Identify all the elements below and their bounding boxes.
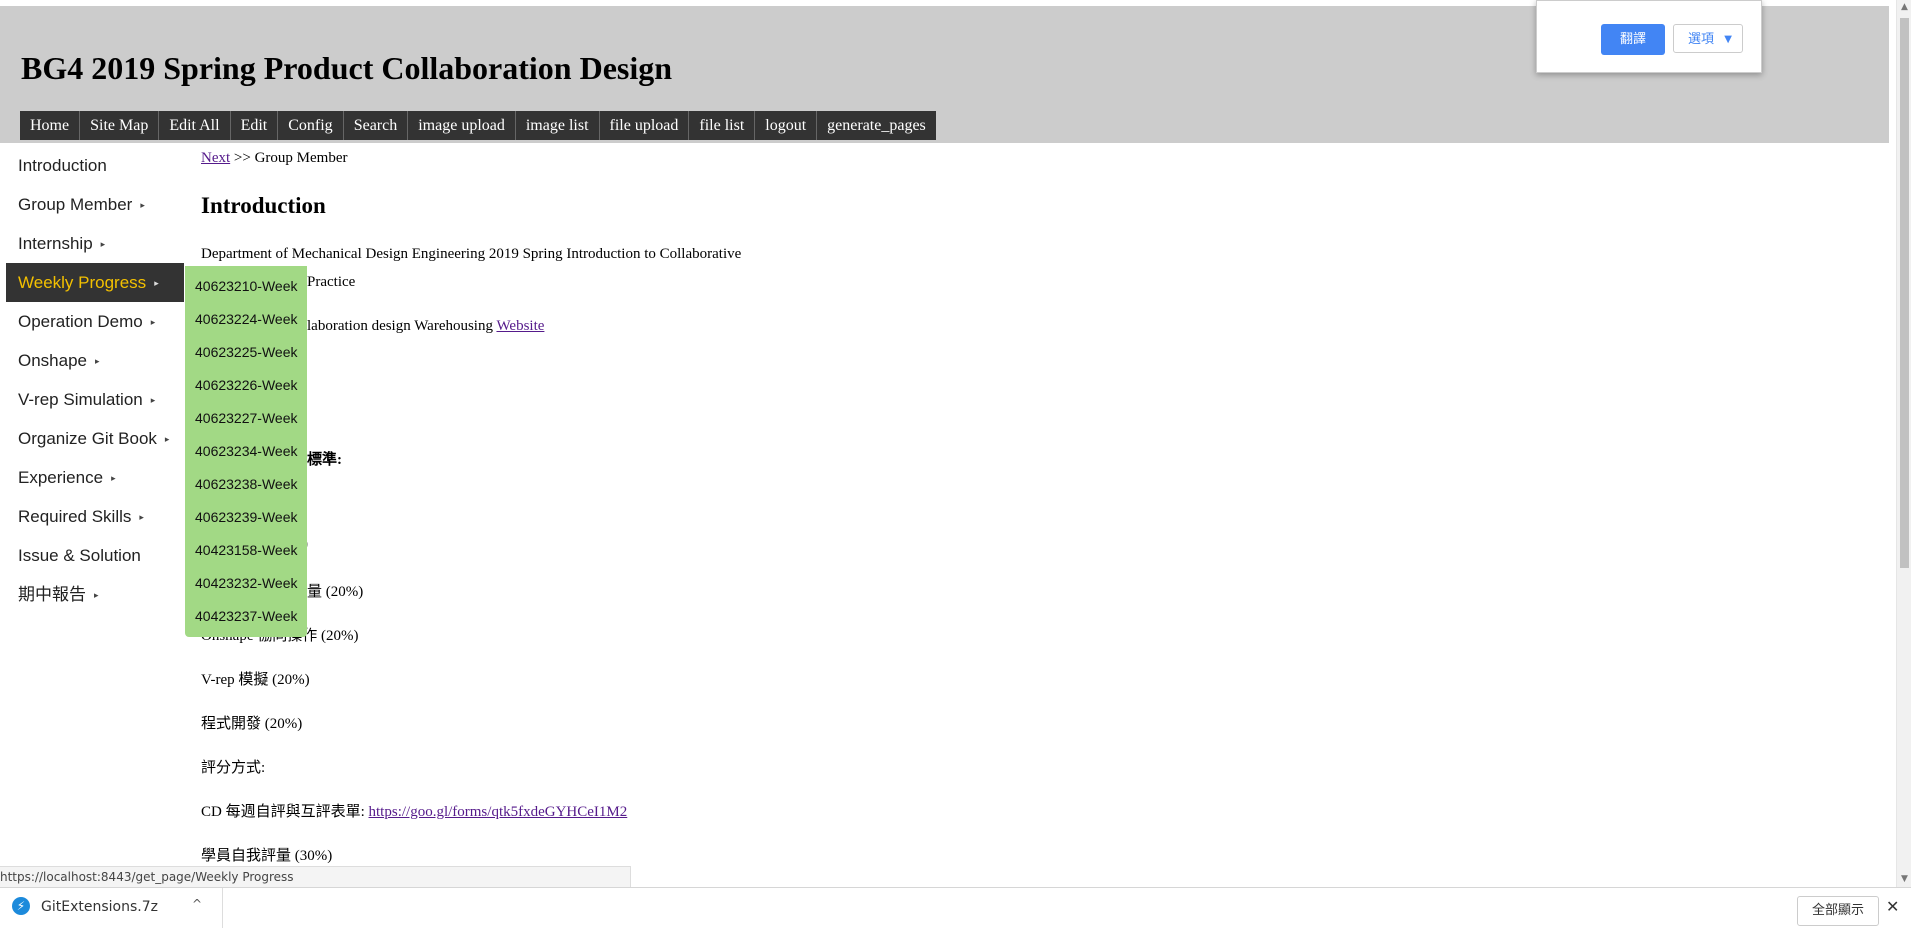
- warehouse-text: laboration design Warehousing: [307, 318, 493, 334]
- submenu-item[interactable]: 40623234-Week: [185, 435, 307, 468]
- sidebar-item[interactable]: Organize Git Book ▸: [6, 419, 184, 458]
- sidebar-item-label: Group Member: [18, 195, 133, 214]
- scroll-down-icon[interactable]: ▼: [1897, 872, 1911, 887]
- caret-right-icon: ▸: [94, 590, 99, 601]
- caret-right-icon: ▸: [100, 239, 106, 250]
- submenu-item[interactable]: 40623227-Week: [185, 402, 307, 435]
- submenu-item[interactable]: 40623226-Week: [185, 369, 307, 402]
- sidebar-item[interactable]: V-rep Simulation ▸: [6, 380, 184, 419]
- site-title: BG4 2019 Spring Product Collaboration De…: [21, 50, 673, 86]
- show-all-button[interactable]: 全部顯示: [1797, 896, 1879, 926]
- submenu-item[interactable]: 40423158-Week: [185, 534, 307, 567]
- submenu-item[interactable]: 40623210-Week: [185, 270, 307, 303]
- criteria-item-partial: 量 (20%): [307, 584, 364, 600]
- nav-home[interactable]: Home: [20, 111, 81, 140]
- nav-config[interactable]: Config: [278, 111, 344, 140]
- submenu-item[interactable]: 40623238-Week: [185, 468, 307, 501]
- warehouse-line: laboration design Warehousing Website: [307, 318, 544, 335]
- translate-button[interactable]: 翻譯: [1601, 24, 1665, 55]
- nav-edit-all[interactable]: Edit All: [159, 111, 231, 140]
- caret-right-icon: ▸: [154, 278, 159, 289]
- scroll-up-icon[interactable]: ▲: [1897, 0, 1911, 15]
- scroll-thumb[interactable]: [1900, 18, 1909, 568]
- intro-line-2: Practice: [307, 274, 356, 290]
- submenu-item[interactable]: 40623239-Week: [185, 501, 307, 534]
- sidebar-item[interactable]: Onshape ▸: [6, 341, 184, 380]
- caret-right-icon: ▸: [164, 434, 170, 445]
- sidebar-menu: Introduction Group Member ▸ Internship ▸ Week…: [6, 146, 184, 614]
- nav-edit[interactable]: Edit: [230, 111, 279, 140]
- status-url-bar: https://localhost:8443/get_page/Weekly P…: [0, 866, 631, 888]
- download-shelf: ⚡ GitExtensions.7z ^ 全部顯示 ✕: [0, 887, 1911, 928]
- intro-line-1: Department of Mechanical Design Engineer…: [201, 246, 742, 262]
- caret-right-icon: ▸: [150, 395, 156, 406]
- cd-form-link[interactable]: https://goo.gl/forms/qtk5fxdeGYHCeI1M2: [369, 804, 628, 820]
- submenu-item[interactable]: 40623225-Week: [185, 336, 307, 369]
- sidebar-item[interactable]: Group Member ▸: [6, 185, 184, 224]
- sidebar-item[interactable]: Weekly Progress ▸: [6, 263, 184, 302]
- sidebar-item[interactable]: 期中報告 ▸: [6, 575, 184, 614]
- download-item[interactable]: ⚡ GitExtensions.7z ^: [0, 888, 223, 928]
- nav-image-list[interactable]: image list: [515, 111, 600, 140]
- sidebar-item-label: Required Skills: [18, 507, 132, 526]
- breadcrumb-next-link[interactable]: Next: [201, 150, 230, 166]
- nav-generate-pages[interactable]: generate_pages: [817, 111, 936, 140]
- submenu-item[interactable]: 40423232-Week: [185, 567, 307, 600]
- caret-right-icon: ▸: [150, 317, 156, 328]
- submenu-item[interactable]: 40623224-Week: [185, 303, 307, 336]
- sidebar-item-label: Onshape: [18, 351, 87, 370]
- cd-form-label: CD 每週自評與互評表單:: [201, 804, 365, 820]
- options-label: 選項: [1688, 32, 1715, 47]
- sidebar-item-label: Weekly Progress: [18, 273, 147, 292]
- sidebar-item[interactable]: Experience ▸: [6, 458, 184, 497]
- sidebar-item-label: V-rep Simulation: [18, 390, 143, 409]
- sidebar-item[interactable]: Operation Demo ▸: [6, 302, 184, 341]
- download-file-icon: ⚡: [12, 897, 30, 915]
- caret-right-icon: ▸: [111, 473, 116, 484]
- caret-right-icon: ▸: [139, 512, 144, 523]
- translate-popup: 翻譯 選項 ▼: [1536, 0, 1762, 73]
- sidebar-item[interactable]: Introduction: [6, 146, 184, 185]
- sidebar-item-label: Issue & Solution: [18, 546, 141, 565]
- caret-right-icon: ▸: [95, 356, 100, 367]
- cd-form-line: CD 每週自評與互評表單: https://goo.gl/forms/qtk5f…: [201, 800, 627, 821]
- sidebar-item-label: Organize Git Book: [18, 429, 157, 448]
- website-link[interactable]: Website: [496, 318, 544, 334]
- options-dropdown[interactable]: 選項 ▼: [1673, 24, 1743, 53]
- nav-logout[interactable]: logout: [755, 111, 818, 140]
- weekly-progress-submenu: 40623210-Week 40623224-Week 40623225-Week 4…: [185, 266, 307, 637]
- sidebar-item[interactable]: Internship ▸: [6, 224, 184, 263]
- breadcrumb-current: >> Group Member: [233, 150, 348, 166]
- self-eval-line: 學員自我評量 (30%): [201, 848, 333, 864]
- download-file-name: GitExtensions.7z: [41, 899, 158, 915]
- close-icon[interactable]: ✕: [1886, 897, 1899, 916]
- criteria-item-program: 程式開發 (20%): [201, 716, 303, 732]
- nav-site-map[interactable]: Site Map: [80, 111, 160, 140]
- criteria-item-vrep: V-rep 模擬 (20%): [201, 672, 310, 688]
- submenu-item[interactable]: 40423237-Week: [185, 600, 307, 633]
- top-navigation: Home Site Map Edit All Edit Config Searc…: [20, 111, 936, 140]
- nav-search[interactable]: Search: [343, 111, 409, 140]
- breadcrumb: Next >> Group Member: [201, 150, 347, 167]
- sidebar-item-label: 期中報告: [18, 585, 86, 604]
- sidebar-item-label: Experience: [18, 468, 104, 487]
- page-heading: Introduction: [201, 193, 326, 218]
- page-scrollbar[interactable]: ▲ ▼: [1896, 0, 1911, 887]
- main-content: Next >> Group Member Introduction Depart…: [201, 146, 1851, 866]
- sidebar-item-label: Introduction: [18, 156, 107, 175]
- sidebar-item[interactable]: Required Skills ▸: [6, 497, 184, 536]
- sidebar-item[interactable]: Issue & Solution: [6, 536, 184, 575]
- nav-image-upload[interactable]: image upload: [408, 111, 516, 140]
- chevron-down-icon: ▼: [1724, 34, 1732, 45]
- sidebar-item-label: Internship: [18, 234, 93, 253]
- grading-method: 評分方式:: [201, 760, 266, 776]
- criteria-heading: 標準:: [307, 452, 342, 468]
- sidebar-item-label: Operation Demo: [18, 312, 143, 331]
- chevron-up-icon[interactable]: ^: [192, 897, 202, 911]
- caret-right-icon: ▸: [140, 200, 145, 211]
- nav-file-upload[interactable]: file upload: [599, 111, 690, 140]
- nav-file-list[interactable]: file list: [689, 111, 756, 140]
